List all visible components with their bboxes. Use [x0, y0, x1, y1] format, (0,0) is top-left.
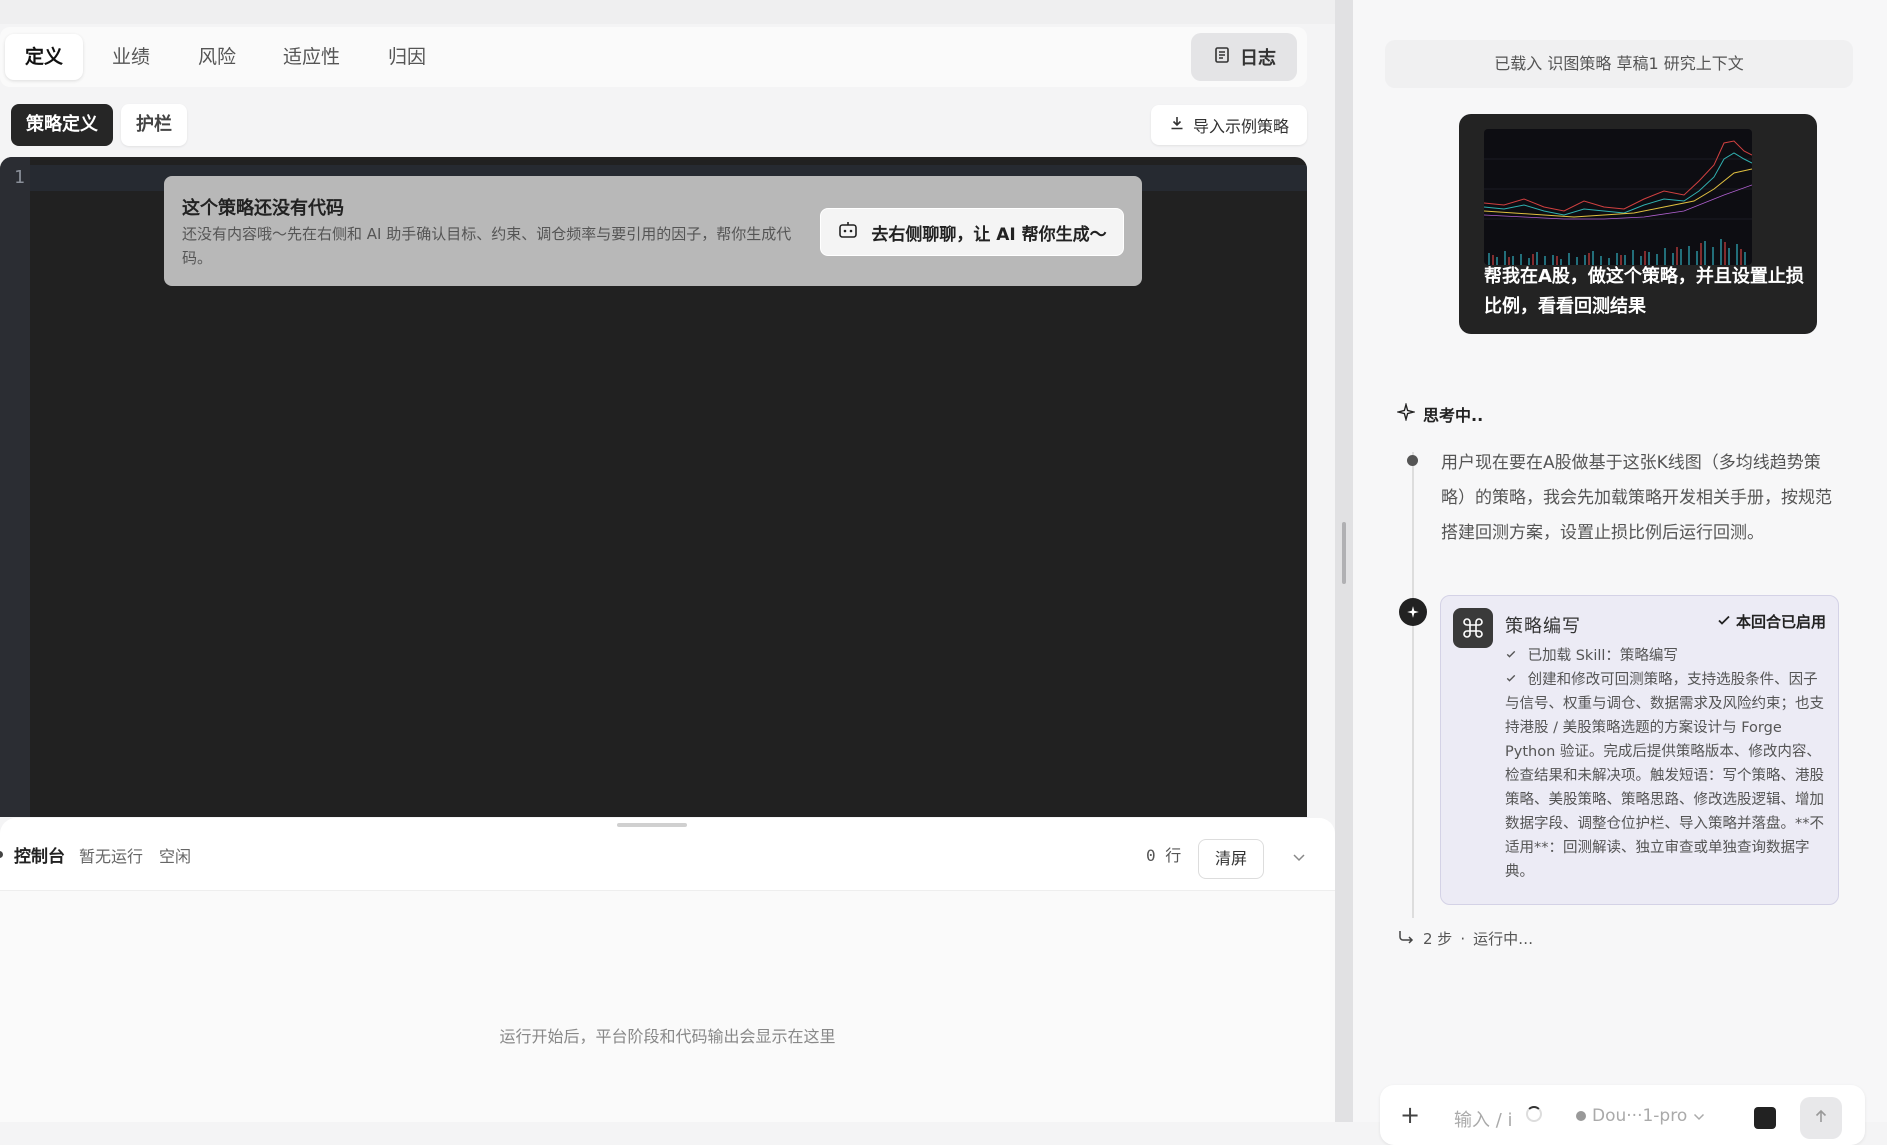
timeline-dot	[1407, 455, 1418, 466]
console-title: 控制台	[14, 847, 65, 867]
skill-enabled-label: 本回合已启用	[1735, 613, 1826, 631]
console-run-status: 暂无运行	[79, 847, 144, 866]
context-banner: 已载入 识图策略 草稿1 研究上下文	[1385, 40, 1853, 88]
dot-separator: ·	[1460, 929, 1466, 948]
kline-chart-image[interactable]	[1484, 129, 1752, 265]
code-editor[interactable]: 1 这个策略还没有代码 还没有内容哦～先在右侧和 AI 助手确认目标、约束、调仓…	[0, 157, 1307, 817]
tab-risk[interactable]: 风险	[178, 34, 256, 80]
download-icon	[1169, 115, 1185, 135]
model-status-dot	[1576, 1111, 1586, 1121]
skill-description-line: 创建和修改可回测策略，支持选股条件、因子与信号、权重与调仓、数据需求及风险约束；…	[1505, 668, 1825, 884]
thinking-label: 思考中..	[1423, 406, 1484, 425]
import-example-button[interactable]: 导入示例策略	[1150, 105, 1307, 145]
check-icon	[1505, 648, 1528, 664]
top-strip	[0, 0, 1335, 24]
main-tab-bar: 定义 业绩 风险 适应性 归因 日志	[0, 27, 1307, 87]
line-number: 1	[14, 167, 25, 188]
sparkle-icon	[1395, 401, 1417, 425]
stop-icon[interactable]	[1754, 1107, 1776, 1129]
chat-input-placeholder[interactable]: 输入 / i	[1454, 1106, 1513, 1132]
console-resize-handle[interactable]	[617, 823, 687, 827]
model-selector[interactable]: Dou···1-pro	[1576, 1106, 1705, 1126]
log-button-label: 日志	[1240, 48, 1276, 69]
skill-loaded-line: 已加载 Skill：策略编写	[1505, 644, 1805, 668]
skill-card[interactable]: 策略编写 本回合已启用 已加载 Skill：策略编写 创建和修改可回测策略，支持…	[1440, 595, 1839, 905]
plus-icon[interactable]: +	[1400, 1101, 1420, 1129]
arrow-up-icon	[1814, 1108, 1828, 1128]
subtab-strategy-definition[interactable]: 策略定义	[11, 104, 113, 146]
console-line-count: 0 行	[1146, 846, 1182, 865]
panel-divider[interactable]	[1335, 0, 1353, 1122]
tab-adaptability[interactable]: 适应性	[263, 34, 360, 80]
console-empty-message: 运行开始后，平台阶段和代码输出会显示在这里	[499, 1027, 836, 1046]
console-panel: 控制台 暂无运行 空闲 0 行 清屏 运行开始后，平台阶段和代码输出会显示在这里	[0, 818, 1335, 1122]
check-icon	[1716, 612, 1732, 632]
step-count: 2 步	[1423, 930, 1453, 948]
empty-code-description: 还没有内容哦～先在右侧和 AI 助手确认目标、约束、调仓频率与要引用的因子，帮你…	[182, 225, 792, 267]
check-icon	[1505, 672, 1528, 688]
console-status-dot	[0, 851, 3, 858]
go-chat-ai-label: 去右侧聊聊，让 AI 帮你生成～	[871, 224, 1107, 245]
user-message: 帮我在A股，做这个策略，并且设置止损比例，看看回测结果	[1459, 114, 1817, 334]
console-idle-status: 空闲	[159, 847, 192, 866]
editor-gutter	[0, 157, 30, 817]
clear-console-button[interactable]: 清屏	[1198, 839, 1264, 879]
thinking-status: 思考中..	[1395, 401, 1484, 426]
strategy-workspace: 定义 业绩 风险 适应性 归因 日志 策略定义 护栏 导入示例策略 1 这个策略…	[0, 0, 1335, 1122]
import-example-label: 导入示例策略	[1192, 117, 1289, 136]
skill-enabled-badge: 本回合已启用	[1716, 611, 1826, 632]
return-arrow-icon	[1397, 929, 1415, 949]
step-status: 2 步 · 运行中…	[1397, 928, 1533, 949]
log-button[interactable]: 日志	[1191, 33, 1297, 81]
log-icon	[1212, 45, 1232, 70]
subtab-guardrails[interactable]: 护栏	[121, 104, 187, 146]
send-button[interactable]	[1800, 1097, 1842, 1139]
chevron-down-icon	[1693, 1106, 1705, 1126]
loading-spinner-icon	[1526, 1106, 1542, 1122]
command-icon	[1453, 608, 1493, 648]
sub-tab-bar: 策略定义 护栏 导入示例策略	[0, 100, 1307, 150]
ai-chat-panel: 已载入 识图策略 草稿1 研究上下文 帮我在A股，做这个策略，并且设置止损比例，…	[1353, 0, 1887, 1145]
thought-text: 用户现在要在A股做基于这张K线图（多均线趋势策略）的策略，我会先加载策略开发相关…	[1441, 453, 1832, 543]
tab-attribution[interactable]: 归因	[368, 34, 446, 80]
chevron-down-icon[interactable]	[1292, 848, 1306, 867]
go-chat-ai-button[interactable]: 去右侧聊聊，让 AI 帮你生成～	[820, 208, 1124, 256]
running-status: 运行中…	[1473, 930, 1534, 948]
model-name: Dou···1-pro	[1592, 1106, 1688, 1126]
chat-input-box[interactable]: + 输入 / i Dou···1-pro	[1380, 1085, 1865, 1145]
skill-description-text: 创建和修改可回测策略，支持选股条件、因子与信号、权重与调仓、数据需求及风险约束；…	[1505, 672, 1824, 880]
user-message-text: 帮我在A股，做这个策略，并且设置止损比例，看看回测结果	[1484, 266, 1804, 317]
tool-sparkle-badge	[1399, 598, 1427, 626]
timeline-line	[1412, 452, 1414, 918]
tab-definition[interactable]: 定义	[5, 34, 84, 80]
console-header: 控制台 暂无运行 空闲 0 行 清屏	[0, 818, 1335, 891]
robot-icon	[837, 219, 859, 246]
tab-performance[interactable]: 业绩	[92, 34, 170, 80]
skill-title: 策略编写	[1505, 616, 1581, 637]
skill-loaded-text: 已加载 Skill：策略编写	[1527, 648, 1678, 664]
divider-grip[interactable]	[1342, 522, 1346, 584]
empty-code-notice: 这个策略还没有代码 还没有内容哦～先在右侧和 AI 助手确认目标、约束、调仓频率…	[164, 176, 1142, 286]
empty-code-title: 这个策略还没有代码	[182, 198, 344, 219]
